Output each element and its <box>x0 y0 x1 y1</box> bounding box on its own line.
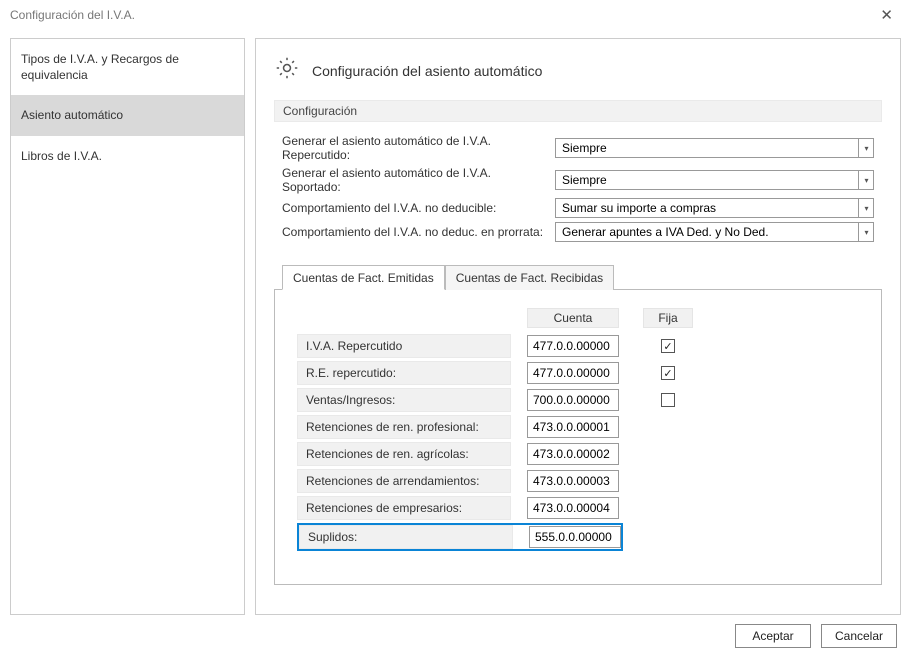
select-iva-repercutido[interactable]: Siempre ▾ <box>555 138 874 158</box>
dialog-body: Tipos de I.V.A. y Recargos de equivalenc… <box>0 30 911 615</box>
section-title: Configuración del asiento automático <box>312 63 542 79</box>
fija-cell: ✓ <box>643 339 693 353</box>
select-value: Siempre <box>562 173 607 187</box>
section-header: Configuración del asiento automático <box>274 55 882 86</box>
account-label: Retenciones de ren. profesional: <box>297 415 511 439</box>
sidebar-item-tipos-iva[interactable]: Tipos de I.V.A. y Recargos de equivalenc… <box>11 39 244 95</box>
account-label: Retenciones de ren. agrícolas: <box>297 442 511 466</box>
close-icon[interactable]: ✕ <box>872 2 901 28</box>
account-table-header: Cuenta Fija <box>527 308 859 328</box>
account-input[interactable] <box>527 443 619 465</box>
header-fija: Fija <box>643 308 693 328</box>
form-label: Comportamiento del I.V.A. no deduc. en p… <box>282 225 545 239</box>
account-row: Retenciones de ren. profesional: <box>297 415 859 439</box>
select-value: Sumar su importe a compras <box>562 201 716 215</box>
form-row-iva-prorrata: Comportamiento del I.V.A. no deduc. en p… <box>282 222 874 242</box>
dialog-footer: Aceptar Cancelar <box>0 615 911 657</box>
account-row: Retenciones de empresarios: <box>297 496 859 520</box>
account-input[interactable] <box>527 389 619 411</box>
form-row-iva-no-deducible: Comportamiento del I.V.A. no deducible: … <box>282 198 874 218</box>
fija-checkbox[interactable]: ✓ <box>661 366 675 380</box>
highlighted-account: Suplidos: <box>297 523 623 551</box>
sidebar-item-label: Tipos de I.V.A. y Recargos de equivalenc… <box>21 52 179 82</box>
gear-icon <box>274 55 300 86</box>
account-label: I.V.A. Repercutido <box>297 334 511 358</box>
select-value: Siempre <box>562 141 607 155</box>
fija-cell <box>643 393 693 407</box>
account-input[interactable] <box>527 335 619 357</box>
form-row-iva-soportado: Generar el asiento automático de I.V.A. … <box>282 166 874 194</box>
account-input[interactable] <box>527 470 619 492</box>
form-label: Comportamiento del I.V.A. no deducible: <box>282 201 545 215</box>
account-row: Retenciones de arrendamientos: <box>297 469 859 493</box>
chevron-down-icon: ▾ <box>858 138 874 158</box>
window: Configuración del I.V.A. ✕ Tipos de I.V.… <box>0 0 911 657</box>
select-iva-soportado[interactable]: Siempre ▾ <box>555 170 874 190</box>
fija-checkbox[interactable] <box>661 393 675 407</box>
sidebar-item-label: Asiento automático <box>21 108 123 122</box>
account-row: Retenciones de ren. agrícolas: <box>297 442 859 466</box>
account-input[interactable] <box>529 526 621 548</box>
chevron-down-icon: ▾ <box>858 170 874 190</box>
account-label: Retenciones de arrendamientos: <box>297 469 511 493</box>
main-panel: Configuración del asiento automático Con… <box>255 38 901 615</box>
titlebar: Configuración del I.V.A. ✕ <box>0 0 911 30</box>
fija-cell: ✓ <box>643 366 693 380</box>
account-input[interactable] <box>527 362 619 384</box>
fija-checkbox[interactable]: ✓ <box>661 339 675 353</box>
tabs: Cuentas de Fact. Emitidas Cuentas de Fac… <box>274 264 882 290</box>
tab-fact-recibidas[interactable]: Cuentas de Fact. Recibidas <box>445 265 614 290</box>
tab-label: Cuentas de Fact. Emitidas <box>293 271 434 285</box>
group-label: Configuración <box>274 100 882 122</box>
select-iva-prorrata[interactable]: Generar apuntes a IVA Ded. y No Ded. ▾ <box>555 222 874 242</box>
account-label: Suplidos: <box>299 525 513 549</box>
account-label: Retenciones de empresarios: <box>297 496 511 520</box>
chevron-down-icon: ▾ <box>858 198 874 218</box>
tab-label: Cuentas de Fact. Recibidas <box>456 271 603 285</box>
tab-fact-emitidas[interactable]: Cuentas de Fact. Emitidas <box>282 265 445 290</box>
select-iva-no-deducible[interactable]: Sumar su importe a compras ▾ <box>555 198 874 218</box>
form-rows: Generar el asiento automático de I.V.A. … <box>274 134 882 258</box>
account-row: Suplidos: <box>297 523 859 551</box>
tab-body: Cuenta Fija I.V.A. Repercutido✓R.E. repe… <box>274 290 882 585</box>
account-row: R.E. repercutido: ✓ <box>297 361 859 385</box>
sidebar-item-libros-iva[interactable]: Libros de I.V.A. <box>11 136 244 176</box>
form-label: Generar el asiento automático de I.V.A. … <box>282 134 545 162</box>
window-title: Configuración del I.V.A. <box>10 8 135 22</box>
form-label: Generar el asiento automático de I.V.A. … <box>282 166 545 194</box>
account-input[interactable] <box>527 497 619 519</box>
account-rows: I.V.A. Repercutido ✓ R.E. repercutido: ✓ Ven… <box>297 334 859 551</box>
account-row: I.V.A. Repercutido ✓ <box>297 334 859 358</box>
select-value: Generar apuntes a IVA Ded. y No Ded. <box>562 225 769 239</box>
header-cuenta: Cuenta <box>527 308 619 328</box>
cancel-button[interactable]: Cancelar <box>821 624 897 648</box>
sidebar-item-label: Libros de I.V.A. <box>21 149 102 163</box>
account-label: R.E. repercutido: <box>297 361 511 385</box>
accept-button[interactable]: Aceptar <box>735 624 811 648</box>
sidebar-item-asiento-automatico[interactable]: Asiento automático <box>11 95 244 135</box>
account-label: Ventas/Ingresos: <box>297 388 511 412</box>
sidebar: Tipos de I.V.A. y Recargos de equivalenc… <box>10 38 245 615</box>
account-input[interactable] <box>527 416 619 438</box>
account-row: Ventas/Ingresos: <box>297 388 859 412</box>
chevron-down-icon: ▾ <box>858 222 874 242</box>
form-row-iva-repercutido: Generar el asiento automático de I.V.A. … <box>282 134 874 162</box>
